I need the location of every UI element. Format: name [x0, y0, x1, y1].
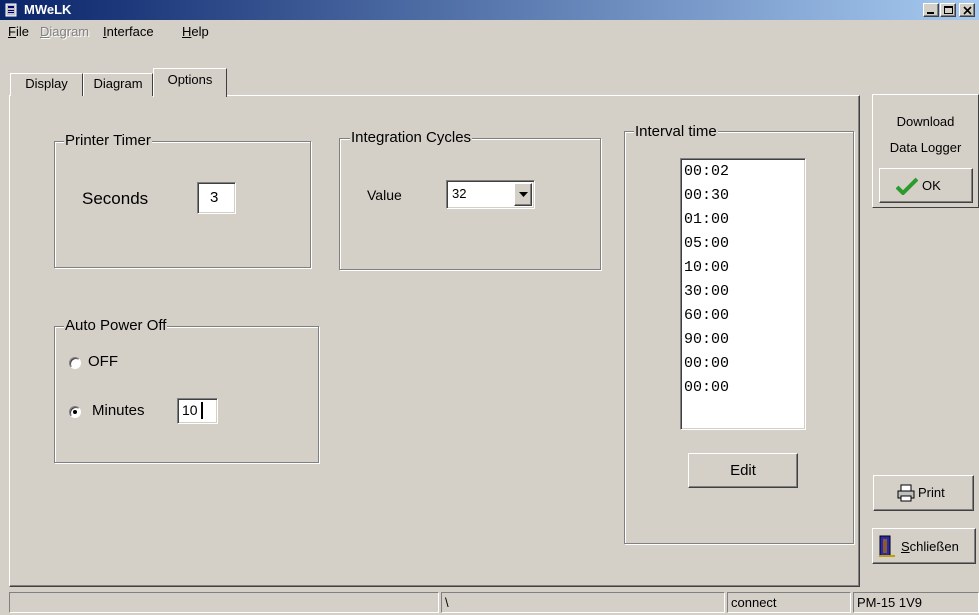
edit-button-label: Edit [730, 462, 756, 479]
status-cell-3: connect [727, 592, 851, 613]
auto-power-off-title: Auto Power Off [64, 317, 168, 334]
tab-diagram-label: Diagram [93, 76, 143, 91]
integration-cycles-select[interactable]: 32 [446, 180, 535, 209]
checkmark-icon [896, 177, 918, 195]
text-cursor [201, 402, 203, 419]
chevron-down-icon [519, 192, 528, 197]
device-version: PM-15 1V9 [857, 595, 923, 610]
integration-cycles-title: Integration Cycles [350, 129, 473, 146]
connection-status: connect [731, 595, 777, 610]
minutes-radio[interactable] [69, 406, 81, 418]
tab-diagram[interactable]: Diagram [83, 73, 153, 96]
maximize-icon [944, 6, 953, 14]
printer-icon [897, 484, 915, 502]
minimize-icon [927, 12, 934, 14]
edit-button[interactable]: Edit [688, 453, 798, 488]
status-text-2: \ [445, 595, 449, 610]
list-item[interactable]: 00:00 [684, 379, 805, 403]
off-label: OFF [88, 353, 118, 370]
title-bar[interactable]: MWeLK [0, 0, 979, 20]
list-item[interactable]: 30:00 [684, 283, 805, 307]
close-icon [963, 6, 972, 15]
minutes-input[interactable]: 10 [177, 398, 218, 424]
close-button[interactable]: Schließen [872, 528, 976, 564]
list-item[interactable]: 60:00 [684, 307, 805, 331]
menu-file-accel: F [8, 24, 16, 39]
integration-dropdown-button[interactable] [514, 183, 532, 206]
seconds-input[interactable]: 3 [197, 182, 236, 214]
menu-file[interactable]: File [8, 24, 29, 39]
menu-help-accel: H [182, 24, 192, 39]
maximize-button[interactable] [940, 3, 956, 17]
tab-display-label: Display [25, 76, 68, 91]
exit-door-icon [879, 535, 895, 557]
status-cell-4: PM-15 1V9 [853, 592, 979, 613]
menu-help[interactable]: Help [182, 24, 209, 39]
status-cell-1 [9, 592, 439, 613]
app-icon [5, 3, 17, 17]
menu-diagram-accel: D [40, 24, 50, 39]
menu-interface[interactable]: Interface [103, 24, 154, 39]
menu-help-label: elp [191, 24, 209, 39]
close-button-rest: chließen [909, 539, 959, 554]
auto-power-off-group [54, 326, 319, 463]
close-button-label: Schließen [901, 539, 959, 554]
seconds-value: 3 [210, 189, 219, 206]
print-button[interactable]: Print [873, 475, 974, 511]
menu-interface-label: nterface [106, 24, 154, 39]
download-label: Download [896, 114, 955, 129]
list-item[interactable]: 00:00 [684, 355, 805, 379]
ok-button-label: OK [922, 178, 941, 193]
list-item[interactable]: 00:30 [684, 187, 805, 211]
ok-button[interactable]: OK [879, 168, 973, 203]
seconds-label: Seconds [82, 189, 149, 208]
interval-time-title: Interval time [634, 123, 718, 140]
minutes-label: Minutes [92, 402, 145, 419]
list-item[interactable]: 05:00 [684, 235, 805, 259]
menu-file-label: ile [15, 24, 29, 39]
off-radio[interactable] [69, 357, 81, 369]
menu-diagram[interactable]: Diagram [40, 24, 89, 39]
close-window-button[interactable] [959, 3, 975, 17]
close-button-accel: S [901, 539, 910, 554]
list-item[interactable]: 90:00 [684, 331, 805, 355]
minutes-value: 10 [182, 402, 198, 418]
data-logger-label: Data Logger [889, 140, 962, 155]
interval-list[interactable]: 00:02 00:30 01:00 05:00 10:00 30:00 60:0… [680, 158, 806, 430]
tab-options-label: Options [167, 72, 213, 87]
radio-selected-dot [73, 410, 77, 414]
print-button-label: Print [918, 485, 945, 500]
list-item[interactable]: 00:02 [684, 163, 805, 187]
integration-cycles-selected: 32 [452, 186, 467, 201]
menu-diagram-label: iagram [49, 24, 90, 39]
minimize-button[interactable] [923, 3, 939, 17]
list-item[interactable]: 01:00 [684, 211, 805, 235]
tab-options[interactable]: Options [153, 68, 227, 97]
value-label: Value [367, 187, 402, 203]
list-item[interactable]: 10:00 [684, 259, 805, 283]
tab-display[interactable]: Display [10, 73, 83, 96]
window-title: MWeLK [24, 2, 72, 17]
status-cell-2: \ [441, 592, 725, 613]
printer-timer-title: Printer Timer [64, 132, 152, 149]
